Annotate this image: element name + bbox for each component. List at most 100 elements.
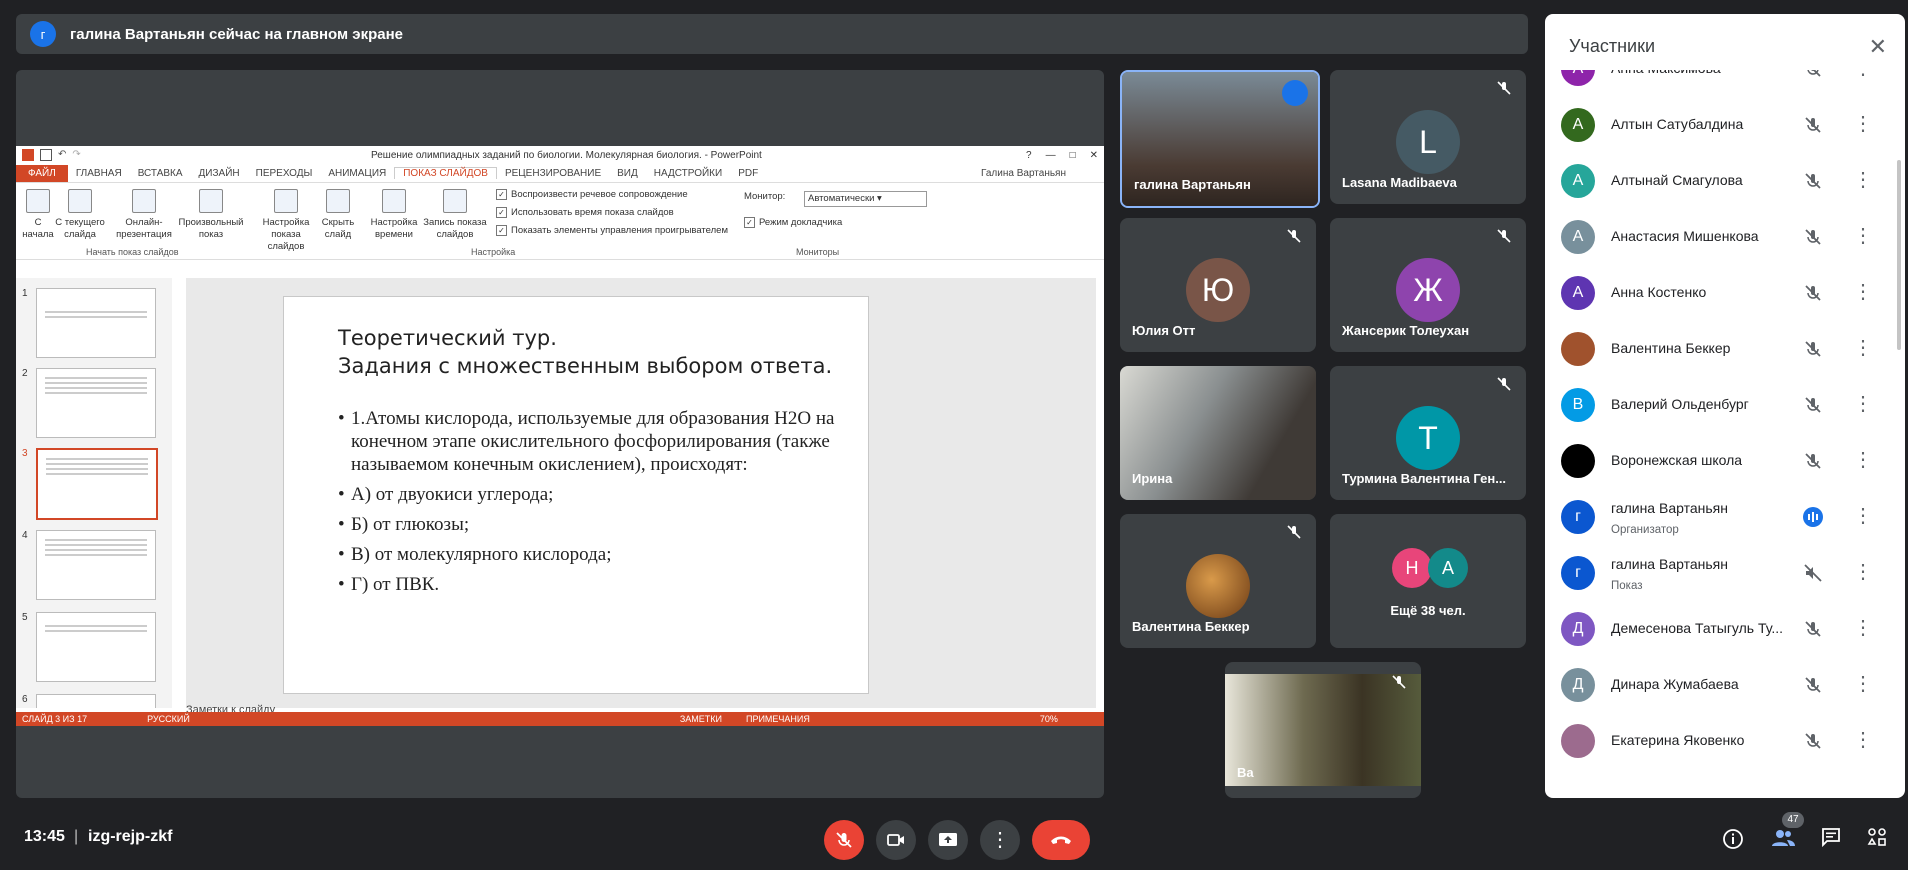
- close-icon[interactable]: ✕: [1090, 150, 1098, 161]
- participant-tile[interactable]: Ю Юлия Отт: [1120, 218, 1316, 352]
- mic-toggle-button[interactable]: [824, 820, 864, 860]
- close-panel-icon[interactable]: ✕: [1869, 34, 1887, 60]
- more-participants-tile[interactable]: Н А Ещё 38 чел.: [1330, 514, 1526, 648]
- maximize-icon[interactable]: □: [1070, 150, 1076, 161]
- participant-row[interactable]: А Анастасия Мишенкова ⋮: [1545, 210, 1905, 266]
- tab-view[interactable]: ВИД: [609, 168, 646, 179]
- redo-icon[interactable]: ↷: [72, 149, 80, 161]
- participant-row[interactable]: А Алтын Сатубалдина ⋮: [1545, 98, 1905, 154]
- thumbnail-slide[interactable]: [36, 368, 156, 438]
- more-options-button[interactable]: ⋮: [980, 820, 1020, 860]
- chat-icon[interactable]: [1820, 826, 1842, 853]
- more-vert-icon[interactable]: ⋮: [1853, 169, 1873, 193]
- present-screen-button[interactable]: [928, 820, 968, 860]
- more-vert-icon[interactable]: ⋮: [1853, 729, 1873, 753]
- self-view-tile[interactable]: Ва: [1225, 662, 1421, 798]
- participant-tile[interactable]: Ирина: [1120, 366, 1316, 500]
- thumbnail-slide-selected[interactable]: [36, 448, 158, 520]
- participant-row[interactable]: А Анна Максимова ⋮: [1545, 70, 1905, 98]
- mic-off-icon[interactable]: [1803, 451, 1823, 471]
- more-vert-icon[interactable]: ⋮: [1853, 617, 1873, 641]
- media-controls-checkbox[interactable]: ✓ Показать элементы управления проигрыват…: [496, 225, 728, 236]
- zoom-level[interactable]: 70%: [1040, 714, 1058, 724]
- setup-show-button[interactable]: Настройка показа слайдов: [254, 189, 318, 253]
- mic-off-icon[interactable]: [1803, 731, 1823, 751]
- rehearse-timings-button[interactable]: Настройка времени: [368, 189, 420, 241]
- participant-tile[interactable]: Валентина Беккер: [1120, 514, 1316, 648]
- thumbnail-slide[interactable]: [36, 694, 156, 708]
- participants-list[interactable]: А Анна Максимова ⋮ А Алтын Сатубалдина ⋮ А Алты…: [1545, 70, 1905, 798]
- mic-off-icon[interactable]: [1803, 70, 1823, 79]
- online-presentation-button[interactable]: Онлайн-презентация: [112, 189, 176, 241]
- slide-thumbnails[interactable]: 1 2 3 4 5 6: [16, 278, 172, 708]
- participant-tile[interactable]: Ж Жансерик Толеухан: [1330, 218, 1526, 352]
- slide-canvas[interactable]: Теоретический тур. Задания с множественн…: [283, 296, 869, 694]
- thumbnail-slide[interactable]: [36, 612, 156, 682]
- scrollbar[interactable]: [1897, 160, 1901, 350]
- tab-insert[interactable]: ВСТАВКА: [130, 168, 191, 179]
- minimize-icon[interactable]: —: [1046, 150, 1056, 161]
- more-vert-icon[interactable]: ⋮: [1853, 449, 1873, 473]
- participant-row[interactable]: В Валерий Ольденбург ⋮: [1545, 378, 1905, 434]
- from-current-button[interactable]: С текущего слайда: [54, 189, 106, 241]
- participant-tile[interactable]: L Lasana Madibaeva: [1330, 70, 1526, 204]
- participant-row[interactable]: г галина Вартаньян Показ ⋮: [1545, 546, 1905, 602]
- mic-off-icon[interactable]: [1803, 619, 1823, 639]
- tab-design[interactable]: ДИЗАЙН: [191, 168, 248, 179]
- participant-row[interactable]: Валентина Беккер ⋮: [1545, 322, 1905, 378]
- help-icon[interactable]: ?: [1026, 150, 1032, 161]
- more-vert-icon[interactable]: ⋮: [1853, 673, 1873, 697]
- narration-checkbox[interactable]: ✓ Воспроизвести речевое сопровождение: [496, 189, 688, 200]
- tab-home[interactable]: ГЛАВНАЯ: [68, 168, 130, 179]
- more-vert-icon[interactable]: ⋮: [1853, 505, 1873, 529]
- tab-review[interactable]: РЕЦЕНЗИРОВАНИЕ: [497, 168, 609, 179]
- mic-off-icon[interactable]: [1803, 339, 1823, 359]
- mic-off-icon[interactable]: [1803, 395, 1823, 415]
- save-icon[interactable]: [40, 149, 52, 161]
- mic-off-icon[interactable]: [1803, 675, 1823, 695]
- camera-toggle-button[interactable]: [876, 820, 916, 860]
- meeting-info-icon[interactable]: [1722, 828, 1743, 849]
- participant-row[interactable]: Д Динара Жумабаева ⋮: [1545, 658, 1905, 714]
- tab-transitions[interactable]: ПЕРЕХОДЫ: [248, 168, 321, 179]
- timings-checkbox[interactable]: ✓ Использовать время показа слайдов: [496, 207, 674, 218]
- thumbnail-slide[interactable]: [36, 530, 156, 600]
- tab-animation[interactable]: АНИМАЦИЯ: [320, 168, 394, 179]
- notes-toggle[interactable]: ЗАМЕТКИ: [680, 714, 722, 724]
- participant-row[interactable]: Екатерина Яковенко ⋮: [1545, 714, 1905, 770]
- tab-pdf[interactable]: PDF: [730, 168, 766, 179]
- leave-call-button[interactable]: [1032, 820, 1090, 860]
- tab-slideshow[interactable]: ПОКАЗ СЛАЙДОВ: [394, 167, 497, 179]
- record-show-button[interactable]: Запись показа слайдов: [422, 189, 488, 241]
- from-start-button[interactable]: С начала: [20, 189, 56, 241]
- participant-row[interactable]: г галина Вартаньян Организатор ⋮: [1545, 490, 1905, 546]
- participant-row[interactable]: А Алтынай Смагулова ⋮: [1545, 154, 1905, 210]
- mic-off-icon[interactable]: [1803, 171, 1823, 191]
- activities-icon[interactable]: [1866, 826, 1888, 853]
- more-vert-icon[interactable]: ⋮: [1853, 281, 1873, 305]
- presentation-stage[interactable]: ↶ ↷ Решение олимпиадных заданий по биоло…: [16, 70, 1104, 798]
- hide-slide-button[interactable]: Скрыть слайд: [318, 189, 358, 241]
- mic-off-icon[interactable]: [1803, 283, 1823, 303]
- more-vert-icon[interactable]: ⋮: [1853, 393, 1873, 417]
- participant-tile[interactable]: T Турмина Валентина Ген...: [1330, 366, 1526, 500]
- more-vert-icon[interactable]: ⋮: [1853, 337, 1873, 361]
- tab-addins[interactable]: НАДСТРОЙКИ: [646, 168, 730, 179]
- mic-off-icon[interactable]: [1803, 227, 1823, 247]
- volume-off-icon[interactable]: [1803, 563, 1823, 583]
- speaking-icon[interactable]: [1803, 507, 1823, 527]
- more-vert-icon[interactable]: ⋮: [1853, 70, 1873, 81]
- tab-file[interactable]: ФАЙЛ: [16, 164, 68, 182]
- participant-tile-presenter[interactable]: галина Вартаньян: [1120, 70, 1320, 208]
- comments-toggle[interactable]: ПРИМЕЧАНИЯ: [746, 714, 810, 724]
- presenter-view-checkbox[interactable]: ✓ Режим докладчика: [744, 217, 842, 228]
- ppt-user-name[interactable]: Галина Вартаньян: [973, 168, 1074, 179]
- more-vert-icon[interactable]: ⋮: [1853, 113, 1873, 137]
- more-vert-icon[interactable]: ⋮: [1853, 561, 1873, 585]
- participant-row[interactable]: Воронежская школа ⋮: [1545, 434, 1905, 490]
- monitor-select[interactable]: Автоматически ▾: [804, 191, 927, 207]
- participants-icon[interactable]: [1770, 826, 1795, 850]
- mic-off-icon[interactable]: [1803, 115, 1823, 135]
- custom-show-button[interactable]: Произвольный показ: [176, 189, 246, 241]
- participant-row[interactable]: Д Демесенова Татыгуль Ту... ⋮: [1545, 602, 1905, 658]
